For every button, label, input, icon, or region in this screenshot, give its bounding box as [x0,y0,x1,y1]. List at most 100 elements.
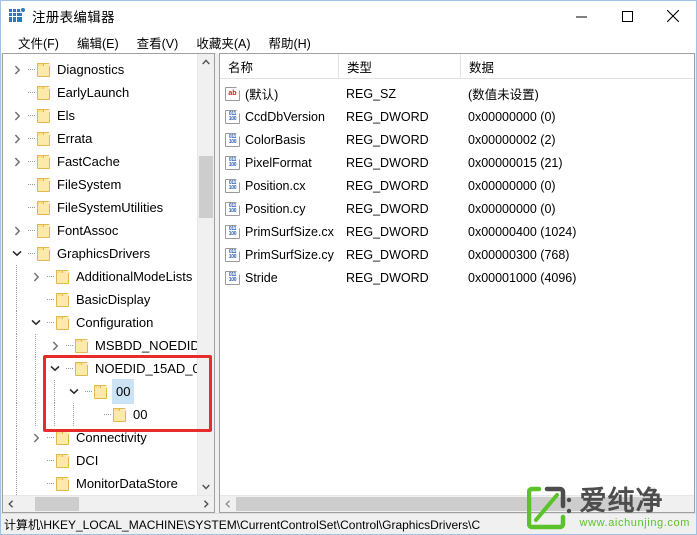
tree-item-label: Errata [57,131,93,146]
tree-item-errata[interactable]: Errata [3,127,197,150]
tree-item-label: FileSystemUtilities [57,200,164,215]
chevron-right-icon[interactable] [28,426,44,449]
tree-item-els[interactable]: Els [3,104,197,127]
table-row[interactable]: 011 100 CcdDbVersion REG_DWORD 0x00000000 (0… [220,105,694,128]
value-name-cell: ab (默认) [220,84,338,103]
menu-item-edit[interactable]: 编辑(E) [68,31,128,54]
folder-icon [55,476,71,491]
chevron-down-icon[interactable] [28,311,44,334]
menu-item-file[interactable]: 文件(F) [9,31,68,54]
menu-item-view[interactable]: 查看(V) [128,31,188,54]
status-bar: 计算机\HKEY_LOCAL_MACHINE\SYSTEM\CurrentCon… [1,513,696,534]
tree-item-fastcache[interactable]: FastCache [3,150,197,173]
chevron-right-icon[interactable] [9,219,25,242]
tree-item-additionalmodelists[interactable]: AdditionalModeLists [3,265,197,288]
tree-expander-placeholder [28,288,44,311]
tree-item-monitordatastore[interactable]: MonitorDataStore [3,472,197,495]
column-header-type[interactable]: 类型 [338,54,460,78]
menu-item-help[interactable]: 帮助(H) [259,31,319,54]
tree-item-noedid-15ad-0[interactable]: NOEDID_15AD_0 [3,357,197,380]
tree-horizontal-scrollbar[interactable] [3,495,214,512]
column-header-name[interactable]: 名称 [220,54,338,78]
table-row[interactable]: 011 100 Stride REG_DWORD 0x00001000 (4096) [220,266,694,289]
table-row[interactable]: 011 100 Position.cy REG_DWORD 0x00000000 (0) [220,197,694,220]
tree-item-label: GraphicsDrivers [57,246,151,261]
registry-tree-pane: Diagnostics EarlyLaunch Els Errata FastCache… [2,53,215,513]
table-row[interactable]: 011 100 PrimSurfSize.cx REG_DWORD 0x00000400… [220,220,694,243]
tree-hscroll-track[interactable] [19,496,198,512]
column-header-data[interactable]: 数据 [460,54,694,78]
close-button[interactable] [650,1,696,31]
tree-scroll-thumb[interactable] [199,156,213,218]
value-name-cell: 011 100 PixelFormat [220,155,338,170]
menu-item-favorites[interactable]: 收藏夹(A) [187,31,259,54]
table-row[interactable]: ab (默认) REG_SZ (数值未设置) [220,82,694,105]
tree-item-00[interactable]: 00 [3,403,197,426]
list-scroll-left-button[interactable] [220,496,236,512]
tree-item-dci[interactable]: DCI [3,449,197,472]
tree-hscroll-thumb[interactable] [35,497,79,511]
chevron-down-icon[interactable] [47,357,63,380]
folder-icon [55,453,71,468]
chevron-down-icon[interactable] [66,380,82,403]
chevron-right-icon[interactable] [9,104,25,127]
table-row[interactable]: 011 100 Position.cx REG_DWORD 0x00000000 (0) [220,174,694,197]
maximize-button[interactable] [604,1,650,31]
tree-item-filesystem[interactable]: FileSystem [3,173,197,196]
tree-scroll-track[interactable] [198,70,214,479]
chevron-right-icon[interactable] [9,58,25,81]
chevron-right-icon[interactable] [47,334,63,357]
scroll-right-button[interactable] [198,496,214,512]
tree-item-label: Configuration [76,315,154,330]
table-row[interactable]: 011 100 ColorBasis REG_DWORD 0x00000002 (2) [220,128,694,151]
folder-icon [36,246,52,261]
tree-vertical-scrollbar[interactable] [197,54,214,495]
registry-tree[interactable]: Diagnostics EarlyLaunch Els Errata FastCache… [3,54,197,495]
tree-item-fontassoc[interactable]: FontAssoc [3,219,197,242]
tree-item-msbdd-noedid[interactable]: MSBDD_NOEDID [3,334,197,357]
chevron-down-icon[interactable] [9,242,25,265]
tree-item-filesystemutilities[interactable]: FileSystemUtilities [3,196,197,219]
folder-icon [55,292,71,307]
value-type-cell: REG_DWORD [346,109,429,124]
tree-item-earlylaunch[interactable]: EarlyLaunch [3,81,197,104]
folder-icon [36,62,52,77]
value-data-cell: 0x00000000 (0) [468,201,556,216]
value-data-cell: 0x00000002 (2) [468,132,556,147]
dword-value-icon: 011 100 [225,109,240,124]
chevron-right-icon[interactable] [9,150,25,173]
tree-item-label: 00 [133,407,148,422]
value-name-cell: 011 100 ColorBasis [220,132,338,147]
value-name-cell: 011 100 PrimSurfSize.cy [220,247,338,262]
tree-item-label: 00 [112,379,135,404]
table-row[interactable]: 011 100 PrimSurfSize.cy REG_DWORD 0x00000300… [220,243,694,266]
tree-item-configuration[interactable]: Configuration [3,311,197,334]
tree-item-basicdisplay[interactable]: BasicDisplay [3,288,197,311]
scroll-up-button[interactable] [198,54,214,70]
list-hscroll-thumb[interactable] [236,497,650,511]
tree-item-label: DCI [76,453,99,468]
value-name: ColorBasis [245,132,306,147]
tree-item-label: Connectivity [76,430,147,445]
tree-item-label: FastCache [57,154,120,169]
list-hscroll-track[interactable] [236,496,694,512]
table-row[interactable]: 011 100 PixelFormat REG_DWORD 0x00000015 (21… [220,151,694,174]
registry-values-list[interactable]: ab (默认) REG_SZ (数值未设置) 011 100 CcdDbVersion REG… [220,79,694,495]
tree-item-00[interactable]: 00 [3,379,197,404]
chevron-right-icon[interactable] [28,265,44,288]
scroll-down-button[interactable] [198,479,214,495]
list-horizontal-scrollbar[interactable] [220,495,694,512]
minimize-button[interactable] [558,1,604,31]
menu-bar: 文件(F) 编辑(E) 查看(V) 收藏夹(A) 帮助(H) [1,31,696,53]
scroll-left-button[interactable] [3,496,19,512]
tree-item-diagnostics[interactable]: Diagnostics [3,58,197,81]
value-name-cell: 011 100 CcdDbVersion [220,109,338,124]
value-name-cell: 011 100 Position.cx [220,178,338,193]
tree-item-graphicsdrivers[interactable]: GraphicsDrivers [3,242,197,265]
tree-item-connectivity[interactable]: Connectivity [3,426,197,449]
value-data-cell: 0x00000300 (768) [468,247,570,262]
value-data-cell: 0x00000015 (21) [468,155,563,170]
tree-connector-line [82,380,93,403]
chevron-right-icon[interactable] [9,127,25,150]
tree-expander-placeholder [9,173,25,196]
